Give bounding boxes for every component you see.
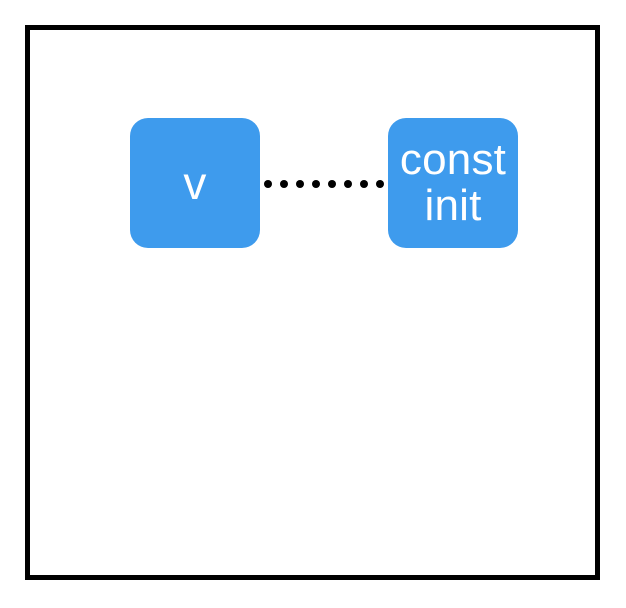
edge-dot: [280, 180, 288, 188]
edge-dot: [312, 180, 320, 188]
edge-v-to-constinit: [264, 178, 384, 190]
edge-dot: [328, 180, 336, 188]
node-constinit-label: const init: [400, 137, 506, 229]
edge-dot: [264, 180, 272, 188]
edge-dot: [344, 180, 352, 188]
node-constinit: const init: [388, 118, 518, 248]
node-v: v: [130, 118, 260, 248]
edge-dot: [360, 180, 368, 188]
edge-dot: [296, 180, 304, 188]
diagram-canvas: v const init: [25, 25, 600, 580]
node-v-label: v: [183, 159, 206, 207]
edge-dot: [376, 180, 384, 188]
